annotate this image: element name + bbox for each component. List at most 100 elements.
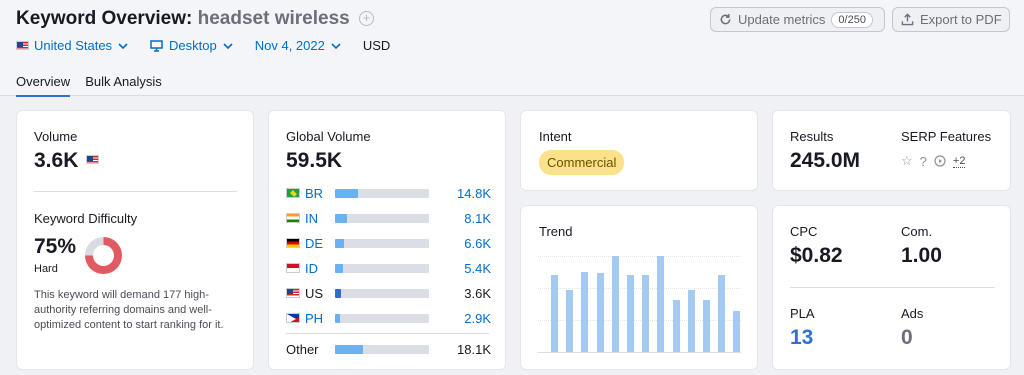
tab-bar: Overview Bulk Analysis [16,74,177,97]
country-code: ID [305,260,318,276]
trend-bar[interactable] [566,290,573,352]
country-volume-bar [335,238,429,248]
results-label: Results [790,129,834,144]
germany-flag-icon [286,238,300,248]
country-volume-value: 2.9K [464,310,491,326]
tab-overview[interactable]: Overview [16,74,71,97]
trend-bar[interactable] [627,275,634,352]
chevron-down-icon [331,42,341,49]
trend-bar[interactable] [718,275,725,352]
title-keyword: headset wireless [197,8,350,29]
country-volume-value: 5.4K [464,260,491,276]
country-row-in[interactable]: IN 8.1K [286,209,491,227]
intent-badge: Commercial [539,150,625,175]
results-value: 245.0M [790,149,861,172]
country-filter-label: United States [34,38,113,53]
trend-bar[interactable] [733,311,740,352]
device-filter[interactable]: Desktop [150,38,233,53]
us-flag-icon [86,155,100,164]
device-filter-label: Desktop [169,38,217,53]
country-row-us: US 3.6K [286,284,491,302]
serp-more-link[interactable]: +2 [952,155,966,168]
country-volume-bar [335,188,429,198]
country-code: BR [305,185,324,201]
other-label: Other [286,341,319,357]
country-volume-bar-fill [335,213,347,223]
country-volume-bar-fill [335,238,344,248]
country-code: IN [305,210,318,226]
trend-card: Trend [520,205,758,370]
date-filter-label: Nov 4, 2022 [254,38,325,53]
results-card: Results 245.0M SERP Features ☆ ? +2 [772,110,1011,191]
country-code: DE [305,235,324,251]
global-volume-label: Global Volume [286,129,371,144]
question-icon[interactable]: ? [920,154,927,169]
trend-bar[interactable] [688,290,695,352]
keyword-difficulty-value: 75% [34,235,77,258]
country-volume-bar [335,263,429,273]
update-metrics-button[interactable]: Update metrics 0/250 [710,7,885,32]
other-volume-value: 18.1K [457,341,491,357]
com-label: Com. [901,224,933,239]
india-flag-icon [286,213,300,223]
country-volume-bar-fill [335,263,343,273]
us-flag-icon [286,288,300,298]
export-pdf-button[interactable]: Export to PDF [892,7,1010,32]
refresh-icon [720,14,731,25]
trend-bar[interactable] [597,273,604,352]
date-filter[interactable]: Nov 4, 2022 [255,38,341,53]
trend-bar[interactable] [551,275,558,352]
title-prefix: Keyword Overview: [16,8,193,29]
intent-label: Intent [539,129,572,144]
country-row-id[interactable]: ID 5.4K [286,259,491,277]
trend-label: Trend [539,224,573,239]
video-play-icon[interactable] [934,155,946,167]
country-row-de[interactable]: DE 6.6K [286,234,491,252]
export-icon [901,13,914,26]
pla-value[interactable]: 13 [790,326,813,350]
trend-bar[interactable] [642,275,649,352]
cpc-card: CPC $0.82 Com. 1.00 PLA 13 Ads 0 [772,205,1011,370]
philippines-flag-icon [286,313,300,323]
global-volume-card: Global Volume 59.5K BR 14.8K IN 8.1K DE … [268,110,506,370]
volume-label: Volume [34,129,78,144]
cpc-value: $0.82 [790,244,843,267]
trend-bar[interactable] [657,256,664,352]
trend-baseline [538,352,741,353]
page-header: Keyword Overview: headset wireless + Upd… [0,0,1024,97]
country-row-br[interactable]: BR 14.8K [286,184,491,202]
star-icon[interactable]: ☆ [901,153,913,169]
us-flag-icon [16,41,29,50]
indonesia-flag-icon [286,263,300,273]
filter-bar: United States Desktop Nov 4, 2022 USD [16,38,390,53]
brazil-flag-icon [286,188,300,198]
difficulty-donut-chart [85,237,122,274]
add-keyword-icon[interactable]: + [359,11,374,26]
country-volume-value: 3.6K [464,285,491,301]
volume-value: 3.6K [34,149,104,173]
country-volume-bar [335,288,429,298]
difficulty-level: Hard [34,263,58,275]
pla-label: PLA [790,306,815,321]
divider [790,287,995,288]
com-value: 1.00 [901,244,942,267]
country-code: PH [305,310,324,326]
country-row-ph[interactable]: PH 2.9K [286,309,491,327]
export-pdf-label: Export to PDF [920,12,1002,27]
trend-bar[interactable] [673,300,680,352]
trend-bar[interactable] [612,256,619,352]
divider [34,191,237,192]
country-row-other: Other 18.1K [286,340,491,358]
country-filter[interactable]: United States [16,38,128,53]
gridline [538,256,741,257]
page-title: Keyword Overview: headset wireless + [16,8,374,30]
cpc-label: CPC [790,224,818,239]
trend-bar[interactable] [581,272,588,352]
keyword-difficulty-label: Keyword Difficulty [34,211,138,226]
trend-bar[interactable] [703,300,710,352]
other-volume-bar-fill [335,344,363,354]
tab-bulk-analysis[interactable]: Bulk Analysis [85,74,162,97]
country-volume-value: 6.6K [464,235,491,251]
volume-difficulty-card: Volume 3.6K Keyword Difficulty 75% Hard … [16,110,254,370]
chevron-down-icon [118,42,128,49]
